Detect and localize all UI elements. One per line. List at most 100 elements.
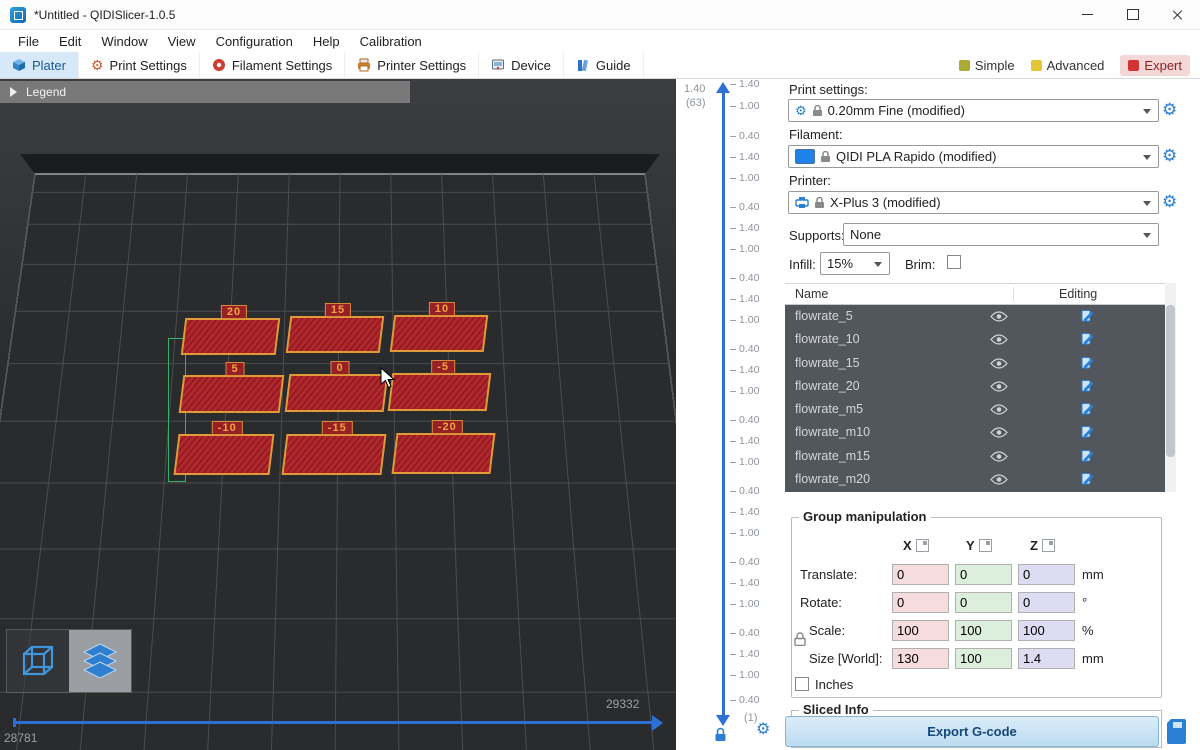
edit-object-button[interactable] xyxy=(1081,379,1094,395)
menu-view[interactable]: View xyxy=(158,34,206,49)
axis-x-icon[interactable] xyxy=(916,539,929,552)
printer-combo[interactable]: X-Plus 3 (modified) xyxy=(788,191,1159,214)
inches-checkbox[interactable] xyxy=(795,677,809,691)
list-item[interactable]: flowrate_m20 xyxy=(785,468,1165,491)
hslider-arrow-icon[interactable] xyxy=(652,715,663,731)
visibility-toggle[interactable] xyxy=(990,404,1008,418)
close-button[interactable] xyxy=(1155,0,1200,29)
axis-z-icon[interactable] xyxy=(1042,539,1055,552)
export-gcode-button[interactable]: Export G-code xyxy=(785,716,1159,747)
brim-checkbox[interactable] xyxy=(947,255,961,269)
print-object[interactable]: 10 xyxy=(390,315,489,352)
menu-window[interactable]: Window xyxy=(91,34,157,49)
mode-simple[interactable]: Simple xyxy=(959,58,1015,73)
mode-advanced[interactable]: Advanced xyxy=(1031,58,1105,73)
rotate-z-input[interactable] xyxy=(1018,592,1075,613)
edit-object-button[interactable] xyxy=(1081,356,1094,372)
translate-x-input[interactable] xyxy=(892,564,949,585)
printer-value: X-Plus 3 (modified) xyxy=(830,195,941,210)
print-object[interactable]: 0 xyxy=(285,374,389,412)
visibility-toggle[interactable] xyxy=(990,451,1008,465)
filament-gear-button[interactable]: ⚙ xyxy=(1162,147,1177,164)
visibility-toggle[interactable] xyxy=(990,334,1008,348)
print-settings-gear-button[interactable]: ⚙ xyxy=(1162,101,1177,118)
object-list-scrollbar[interactable] xyxy=(1165,283,1176,492)
layers-preview-button[interactable] xyxy=(69,630,131,692)
menu-edit[interactable]: Edit xyxy=(49,34,91,49)
visibility-toggle[interactable] xyxy=(990,358,1008,372)
print-object[interactable]: -20 xyxy=(391,433,495,474)
list-item[interactable]: flowrate_15 xyxy=(785,352,1165,375)
tab-printer-settings[interactable]: Printer Settings xyxy=(345,52,479,78)
slider-settings-gear-icon[interactable]: ⚙ xyxy=(756,722,770,738)
size-z-input[interactable] xyxy=(1018,648,1075,669)
menu-calibration[interactable]: Calibration xyxy=(350,34,432,49)
size-x-input[interactable] xyxy=(892,648,949,669)
print-object[interactable]: 15 xyxy=(286,316,385,353)
edit-object-button[interactable] xyxy=(1081,449,1094,465)
tab-device[interactable]: Device xyxy=(479,52,564,78)
supports-combo[interactable]: None xyxy=(843,223,1159,246)
menu-configuration[interactable]: Configuration xyxy=(206,34,303,49)
axis-y-icon[interactable] xyxy=(979,539,992,552)
3d-viewport[interactable]: Legend 20 15 10 5 0 -5 -10 -15 -20 xyxy=(0,79,676,750)
visibility-toggle[interactable] xyxy=(990,474,1008,488)
edit-object-button[interactable] xyxy=(1081,402,1094,418)
brim-label: Brim: xyxy=(905,257,935,272)
mode-expert[interactable]: Expert xyxy=(1120,55,1190,76)
minimize-button[interactable] xyxy=(1065,0,1110,29)
3d-view-button[interactable] xyxy=(7,630,69,692)
tab-print-settings[interactable]: ⚙ Print Settings xyxy=(79,52,200,78)
infill-combo[interactable]: 15% xyxy=(820,252,890,275)
menu-help[interactable]: Help xyxy=(303,34,350,49)
mode-switcher: Simple Advanced Expert xyxy=(959,52,1200,78)
maximize-button[interactable] xyxy=(1110,0,1155,29)
edit-object-button[interactable] xyxy=(1081,332,1094,348)
edit-object-button[interactable] xyxy=(1081,472,1094,488)
layer-tick: 1.00 xyxy=(730,172,759,184)
scrollbar-thumb[interactable] xyxy=(1166,305,1175,457)
export-removable-drive-icon[interactable] xyxy=(1167,718,1190,745)
rotate-y-input[interactable] xyxy=(955,592,1012,613)
list-item[interactable]: flowrate_m10 xyxy=(785,421,1165,444)
printer-gear-button[interactable]: ⚙ xyxy=(1162,193,1177,210)
list-item[interactable]: flowrate_20 xyxy=(785,375,1165,398)
print-object[interactable]: -15 xyxy=(281,434,386,475)
print-settings-combo[interactable]: ⚙ 0.20mm Fine (modified) xyxy=(788,99,1159,122)
filament-combo[interactable]: QIDI PLA Rapido (modified) xyxy=(788,145,1159,168)
menu-file[interactable]: File xyxy=(8,34,49,49)
translate-y-input[interactable] xyxy=(955,564,1012,585)
visibility-toggle[interactable] xyxy=(990,427,1008,441)
rotate-x-input[interactable] xyxy=(892,592,949,613)
horizontal-slider[interactable] xyxy=(14,721,654,724)
list-item[interactable]: flowrate_m15 xyxy=(785,445,1165,468)
print-object[interactable]: 20 xyxy=(181,318,281,355)
scale-x-input[interactable] xyxy=(892,620,949,641)
visibility-toggle[interactable] xyxy=(990,311,1008,325)
layer-slider-track[interactable] xyxy=(722,93,725,715)
edit-object-button[interactable] xyxy=(1081,425,1094,441)
lock-icon[interactable] xyxy=(714,727,727,742)
print-object[interactable]: -10 xyxy=(173,434,274,475)
scale-z-input[interactable] xyxy=(1018,620,1075,641)
size-y-input[interactable] xyxy=(955,648,1012,669)
tab-plater[interactable]: Plater xyxy=(0,52,79,78)
visibility-toggle[interactable] xyxy=(990,381,1008,395)
axis-y-header: Y xyxy=(966,538,992,553)
print-object[interactable]: 5 xyxy=(179,375,285,413)
print-object[interactable]: -5 xyxy=(388,373,492,411)
layer-slider-top-handle[interactable] xyxy=(716,82,730,93)
legend-bar[interactable]: Legend xyxy=(0,81,410,103)
list-item[interactable]: flowrate_m5 xyxy=(785,398,1165,421)
layer-slider-bottom-handle[interactable] xyxy=(716,715,730,726)
uniform-scale-lock-icon[interactable] xyxy=(794,632,806,646)
translate-z-input[interactable] xyxy=(1018,564,1075,585)
list-item[interactable]: flowrate_5 xyxy=(785,305,1165,328)
eye-icon xyxy=(990,311,1008,322)
edit-object-button[interactable] xyxy=(1081,309,1094,325)
scale-y-input[interactable] xyxy=(955,620,1012,641)
app-logo-icon xyxy=(10,7,26,23)
list-item[interactable]: flowrate_10 xyxy=(785,328,1165,351)
tab-guide[interactable]: Guide xyxy=(564,52,644,78)
tab-filament-settings[interactable]: Filament Settings xyxy=(200,52,345,78)
